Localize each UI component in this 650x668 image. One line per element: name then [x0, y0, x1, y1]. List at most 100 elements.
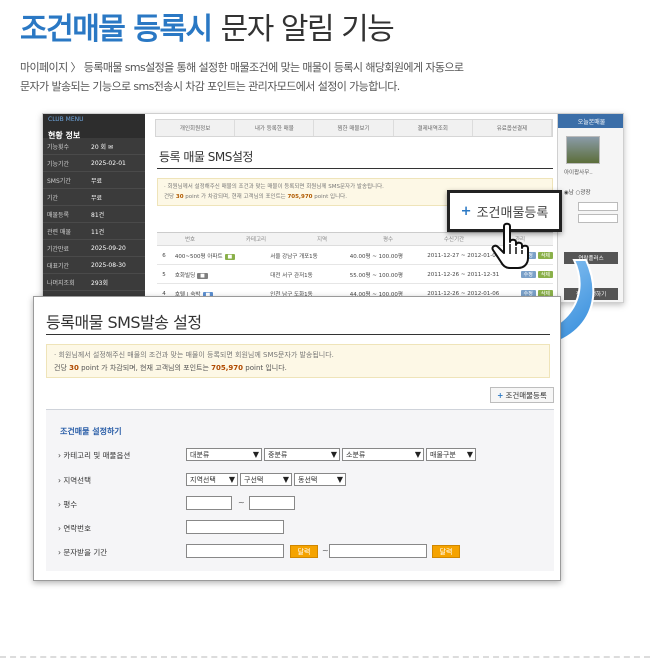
- sidebar-info-key: 기간만료: [47, 245, 70, 253]
- sms-notice-post: point 입니다.: [245, 364, 287, 372]
- recent-listing-thumbnail[interactable]: [566, 136, 600, 164]
- sidebar-info-key: 관련 매물: [47, 228, 71, 236]
- category-badge: ■: [224, 253, 236, 260]
- row-region: 서울 강남구 개포1동: [270, 253, 318, 260]
- select-district-value: 구선택: [244, 475, 264, 484]
- sms-notice-point: 30: [69, 364, 79, 372]
- period-end-input[interactable]: [329, 544, 427, 558]
- bg-notice-mid: point 가 차감되며, 현재 고객님의 포인트는: [185, 194, 286, 200]
- condition-form: 조건매물 설정하기 › 카테고리 및 매물옵션 대분류 ▼ 중분류 ▼ 소분류 ▼ 매…: [46, 409, 554, 571]
- contact-number-input[interactable]: [186, 520, 284, 534]
- sidebar-info-key: 기간: [47, 194, 59, 202]
- sms-title-divider: [46, 334, 550, 335]
- sms-notice-box: · 회원님께서 설정해주신 매물의 조건과 맞는 매물이 등록되면 회원님께 S…: [46, 344, 550, 378]
- bg-section-title: 등록 매물 SMS설정: [159, 150, 253, 164]
- select-minor-category-value: 소분류: [346, 450, 366, 459]
- row-category: 호화빌딩 ■: [171, 271, 270, 279]
- select-neighborhood[interactable]: 동선택 ▼: [294, 473, 346, 486]
- sidebar-info-row: 기능기간 2025-02-01: [43, 155, 145, 172]
- plus-icon: +: [497, 390, 504, 400]
- select-major-category[interactable]: 대분류 ▼: [186, 448, 262, 461]
- col-no: 번호: [184, 237, 196, 243]
- panel-input-1[interactable]: [578, 202, 618, 211]
- label-contact: › 연락번호: [58, 524, 91, 533]
- tab-favorites[interactable]: 찜한 매물보기: [314, 120, 394, 136]
- sms-notice-mid: point 가 차감되며, 현재 고객님의 포인트는: [81, 364, 209, 372]
- bg-notice-post: point 입니다.: [314, 194, 347, 200]
- sidebar-info-row: 대표기간 2025-08-30: [43, 257, 145, 274]
- sidebar-info-key: SMS기간: [47, 177, 71, 185]
- tab-member-info[interactable]: 개인회원정보: [156, 120, 236, 136]
- sidebar-info-value: 20 회 ✉: [91, 143, 113, 151]
- row-region: 대전 서구 관저1동: [270, 272, 313, 279]
- select-district[interactable]: 구선택 ▼: [240, 473, 292, 486]
- select-major-category-value: 대분류: [190, 450, 210, 459]
- select-region-value: 지역선택: [190, 475, 216, 484]
- sidebar-header-sub: CLUB MENU: [48, 116, 84, 123]
- select-minor-category[interactable]: 소분류 ▼: [342, 448, 424, 461]
- area-max-input[interactable]: [249, 496, 295, 510]
- sidebar-info-row: SMS기간 무료: [43, 172, 145, 189]
- recent-panel-header: 오늘본매물: [558, 114, 623, 128]
- chevron-down-icon: ▼: [414, 450, 421, 459]
- col-category: 카테고리: [245, 237, 267, 243]
- label-area: › 평수: [58, 500, 78, 509]
- page-description-line2: 문자가 발송되는 기능으로 sms전송시 차감 포인트는 관리자모드에서 설정이…: [20, 80, 400, 93]
- select-listing-type-value: 매물구분: [430, 450, 456, 459]
- register-condition-label: 조건매물등록: [505, 390, 547, 400]
- sidebar-info-value: 무료: [91, 177, 103, 185]
- period-end-calendar-button[interactable]: 달력: [432, 545, 460, 558]
- panel-input-2[interactable]: [578, 214, 618, 223]
- col-region: 지역: [316, 237, 328, 243]
- sidebar-info-key: 기능횟수: [47, 143, 70, 151]
- page-description: 마이페이지 〉 등록매물 sms설정을 통해 설정한 매물조건에 맞는 매물이 …: [20, 58, 630, 96]
- row-area: 40.00평 ~ 100.00평: [349, 253, 403, 260]
- chevron-down-icon: ▼: [336, 475, 343, 484]
- row-area: 55.00평 ~ 100.00평: [349, 272, 403, 279]
- page-title: 조건매물 등록시 문자 알림 기능: [20, 4, 395, 48]
- select-mid-category-value: 중분류: [268, 450, 288, 459]
- row-no: 5: [162, 271, 166, 278]
- callout-button-label: 조건매물등록: [476, 205, 549, 221]
- tab-payments[interactable]: 결제내역조회: [394, 120, 473, 136]
- sidebar-header-main: 현황 정보: [48, 131, 81, 140]
- sidebar-info-row: 관련 매물 11건: [43, 223, 145, 240]
- tab-paid-options[interactable]: 유료옵션결제: [473, 120, 553, 136]
- bottom-dashed-divider: [0, 656, 650, 658]
- tab-my-listings[interactable]: 내가 등록한 매물: [235, 120, 315, 136]
- register-condition-button[interactable]: + 조건매물등록: [490, 387, 554, 403]
- select-region[interactable]: 지역선택 ▼: [186, 473, 238, 486]
- sidebar-info-value: 2025-08-30: [91, 261, 126, 269]
- row-category: 400~500평 아파트 ■: [171, 252, 270, 260]
- page-title-accent: 조건매물 등록시: [20, 12, 213, 47]
- sidebar-info-row: 나머지조회 293회: [43, 274, 145, 291]
- select-mid-category[interactable]: 중분류 ▼: [264, 448, 340, 461]
- sidebar-info-row: 매물등록 81건: [43, 206, 145, 223]
- bg-notice-total: 705,970: [287, 194, 313, 200]
- panel-radio-group[interactable]: ◉남 ○광장: [564, 188, 591, 196]
- sidebar-info-value: 11건: [91, 228, 105, 236]
- period-start-input[interactable]: [186, 544, 284, 558]
- col-period: 수신기간: [443, 237, 465, 243]
- sms-notice-line1: · 회원님께서 설정해주신 매물의 조건과 맞는 매물이 등록되면 회원님께 S…: [54, 351, 334, 359]
- sidebar-info-value: 무료: [91, 194, 103, 202]
- sidebar-info-value: 293회: [91, 279, 108, 287]
- label-region: › 지역선택: [58, 476, 91, 485]
- sidebar-header: CLUB MENU 현황 정보: [43, 114, 145, 140]
- bg-title-divider: [157, 168, 553, 169]
- sidebar-info-row: 기간만료 2025-09-20: [43, 240, 145, 257]
- chevron-down-icon: ▼: [252, 450, 259, 459]
- sidebar-info-value: 2025-02-01: [91, 159, 126, 167]
- area-min-input[interactable]: [186, 496, 232, 510]
- select-listing-type[interactable]: 매물구분 ▼: [426, 448, 476, 461]
- row-no: 6: [162, 252, 166, 259]
- recent-listing-caption[interactable]: 아이팝사무..: [564, 168, 593, 176]
- page-description-line1: 마이페이지 〉 등록매물 sms설정을 통해 설정한 매물조건에 맞는 매물이 …: [20, 61, 464, 74]
- row-category-text: 400~500평 아파트: [174, 253, 223, 260]
- period-range-tilde: ~: [322, 546, 329, 555]
- sidebar-info-key: 대표기간: [47, 262, 70, 270]
- mypage-tab-bar: 개인회원정보 내가 등록한 매물 찜한 매물보기 결제내역조회 유료옵션결제: [155, 119, 553, 137]
- sms-settings-title: 등록매물 SMS발송 설정: [46, 313, 202, 332]
- chevron-down-icon: ▼: [228, 475, 235, 484]
- period-start-calendar-button[interactable]: 달력: [290, 545, 318, 558]
